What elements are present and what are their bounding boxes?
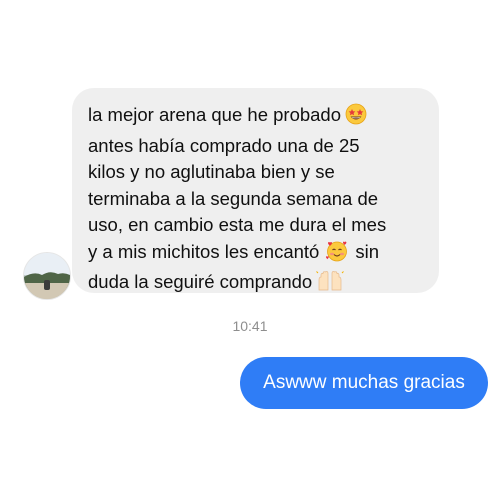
message-text: duda la seguiré comprando <box>88 271 313 292</box>
message-line: uso, en cambio esta me dura el mes <box>88 214 387 235</box>
smiling-face-with-hearts-emoji-icon <box>325 240 349 270</box>
message-line: terminaba a la segunda semana de <box>88 187 379 209</box>
message-line: kilos y no aglutinaba bien y se <box>88 161 335 182</box>
message-timestamp: 10:41 <box>232 318 268 334</box>
message-text: sin <box>355 240 379 262</box>
outgoing-message-text: Aswww muchas gracias <box>263 372 465 393</box>
message-line: la mejor arena que he probado <box>88 102 423 133</box>
star-struck-emoji-icon <box>345 103 367 133</box>
message-line: antes había comprado una de 25 <box>88 134 360 156</box>
incoming-message-bubble[interactable]: la mejor arena que he probado antes habí… <box>72 88 439 293</box>
sender-avatar[interactable] <box>23 252 71 300</box>
message-line: y a mis michitos les encantó sin <box>88 239 423 270</box>
outgoing-message-bubble[interactable]: Aswww muchas gracias <box>240 357 488 409</box>
message-line: duda la seguiré comprando <box>88 269 423 300</box>
message-text: la mejor arena que he probado <box>88 104 342 125</box>
message-text: y a mis michitos les encantó <box>88 240 320 262</box>
raising-hands-emoji-icon <box>316 270 345 300</box>
